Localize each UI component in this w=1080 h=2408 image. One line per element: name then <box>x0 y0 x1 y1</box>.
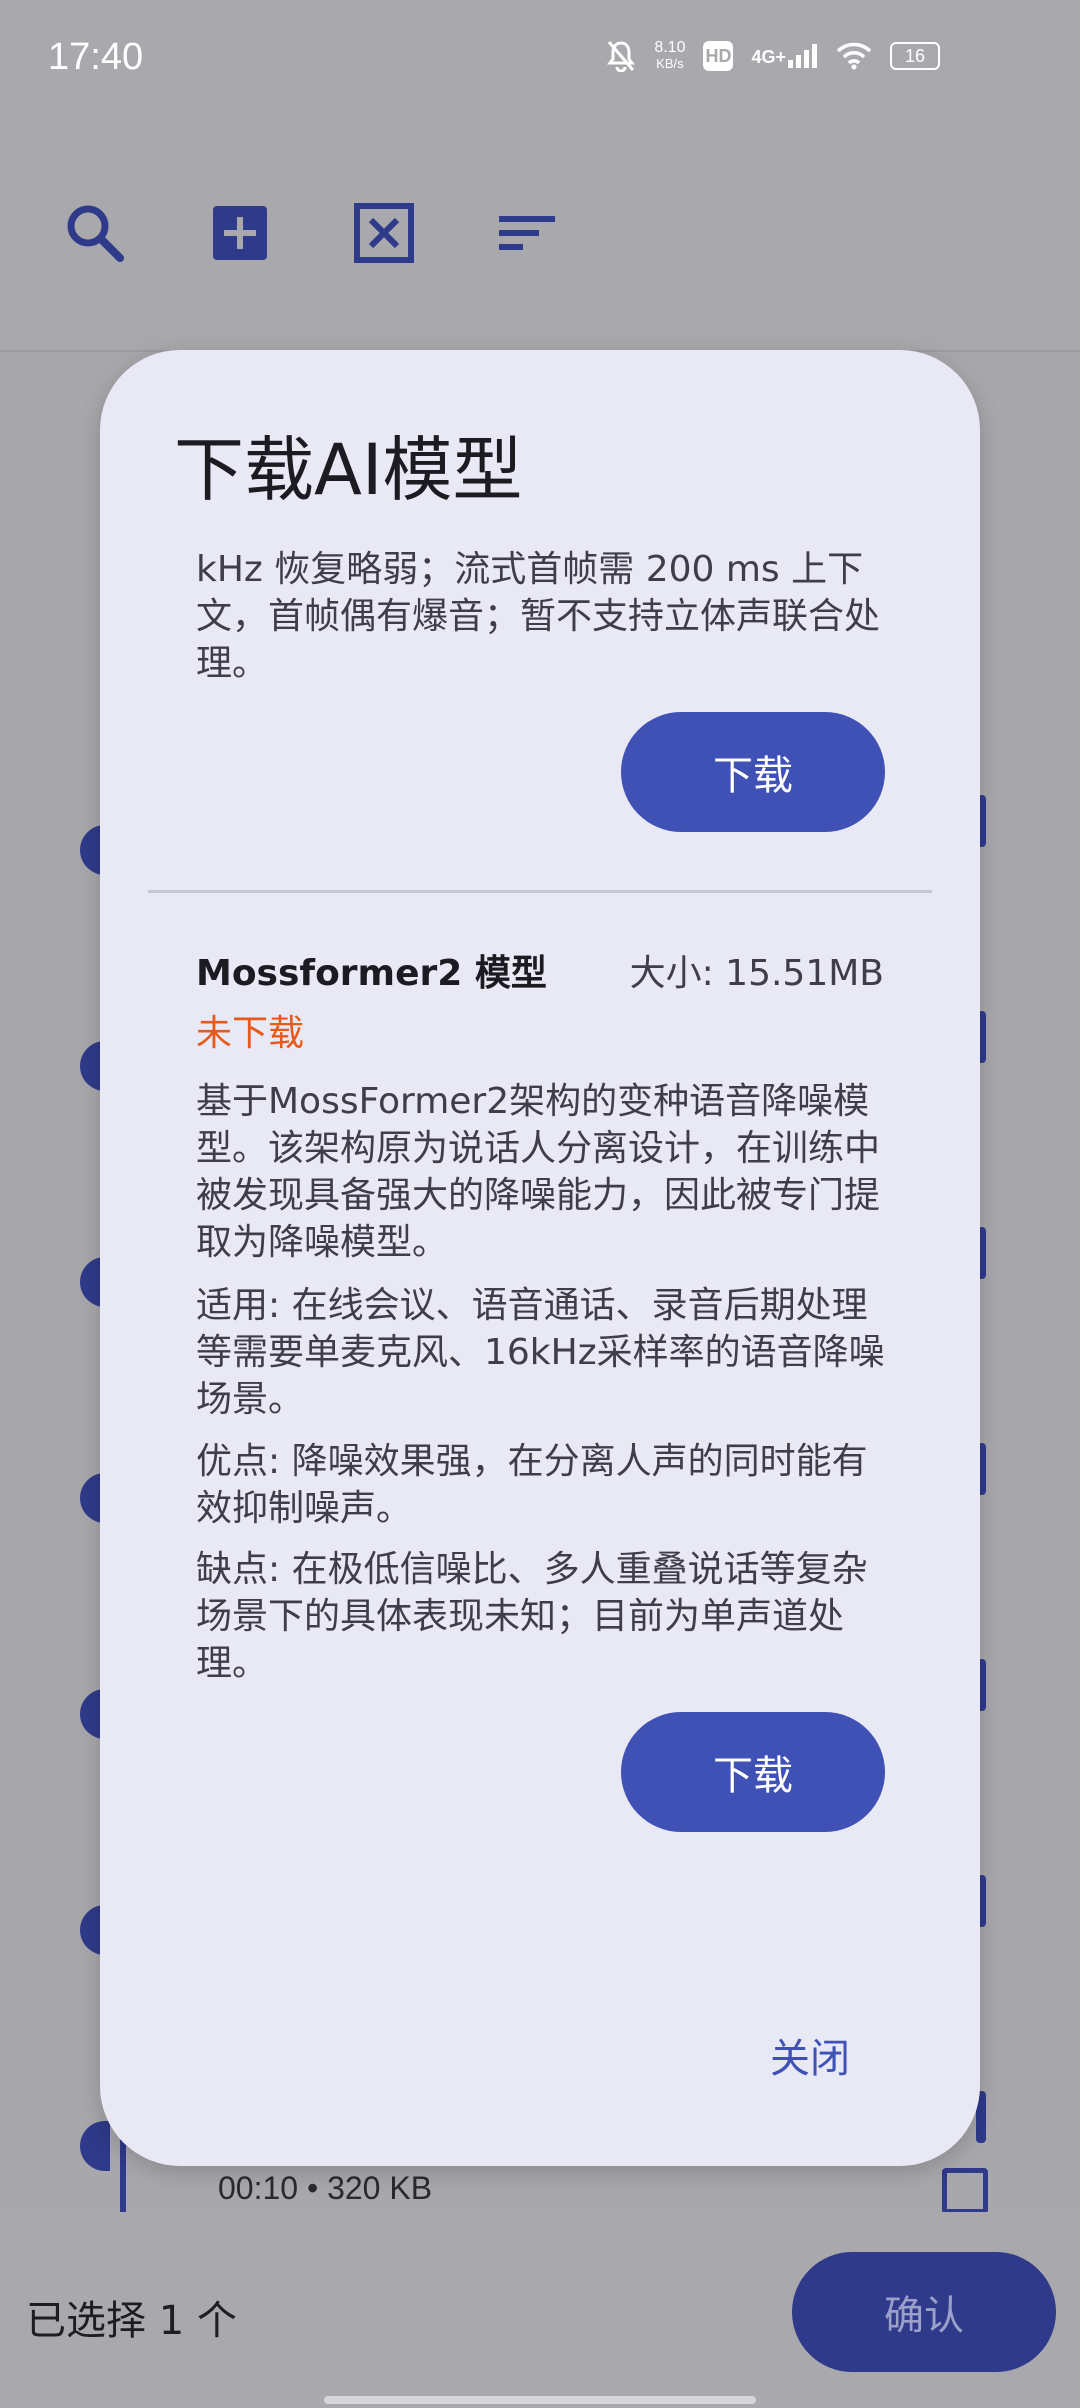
close-box-icon[interactable] <box>349 198 419 268</box>
confirm-button[interactable]: 确认 <box>792 2252 1056 2372</box>
signal-bars-icon <box>788 44 817 68</box>
model-description: 基于MossFormer2架构的变种语音降噪模型。该架构原为说话人分离设计，在训… <box>196 1081 881 1263</box>
model-applicable: 适用: 在线会议、语音通话、录音后期处理等需要单麦克风、16kHz采样率的语音降… <box>196 1285 885 1420</box>
sort-icon[interactable] <box>493 198 563 268</box>
network-speed-value: 8.10 <box>654 39 686 56</box>
signal-label: 4G+ <box>751 47 786 67</box>
model-size: 大小: 15.51MB <box>629 953 884 994</box>
divider <box>148 890 932 893</box>
model-pros: 优点: 降噪效果强，在分离人声的同时能有效抑制噪声。 <box>196 1441 868 1529</box>
model-name: Mossformer2 模型 <box>196 953 547 994</box>
download-button[interactable]: 下载 <box>621 1712 885 1832</box>
home-indicator[interactable] <box>324 2396 756 2404</box>
close-button[interactable]: 关闭 <box>770 2026 850 2084</box>
battery-icon: 16 <box>890 42 940 70</box>
notifications-off-icon <box>607 41 636 72</box>
add-box-icon[interactable] <box>205 198 275 268</box>
status-bar: 17:40 8.10 KB/s HD 4G+ 16 <box>0 0 1080 120</box>
cell-signal-icon: 4G+ <box>751 44 818 68</box>
list-item-marker <box>80 2121 110 2171</box>
search-icon[interactable] <box>60 198 130 268</box>
dialog-title: 下载AI模型 <box>174 429 523 511</box>
status-icons: 8.10 KB/s HD 4G+ 16 <box>606 40 940 72</box>
hd-badge: HD <box>703 41 734 71</box>
selection-count: 已选择 1 个 <box>26 2298 237 2344</box>
network-speed-unit: KB/s <box>656 56 684 71</box>
list-item-meta: 00:10 • 320 KB <box>218 2170 433 2206</box>
model-cons: 缺点: 在极低信噪比、多人重叠说话等复杂场景下的具体表现未知；目前为单声道处理。 <box>196 1549 868 1684</box>
download-button[interactable]: 下载 <box>621 712 885 832</box>
model-status: 未下载 <box>196 1013 305 1054</box>
previous-model-description: kHz 恢复略弱；流式首帧需 200 ms 上下文，首帧偶有爆音；暂不支持立体声… <box>196 549 881 684</box>
download-model-dialog: 下载AI模型 kHz 恢复略弱；流式首帧需 200 ms 上下文，首帧偶有爆音；… <box>100 350 980 2166</box>
list-item-checkbox[interactable] <box>942 2168 988 2214</box>
network-speed: 8.10 KB/s <box>654 40 685 72</box>
status-time: 17:40 <box>48 36 144 78</box>
toolbar <box>0 120 1080 352</box>
wifi-icon <box>836 42 872 70</box>
